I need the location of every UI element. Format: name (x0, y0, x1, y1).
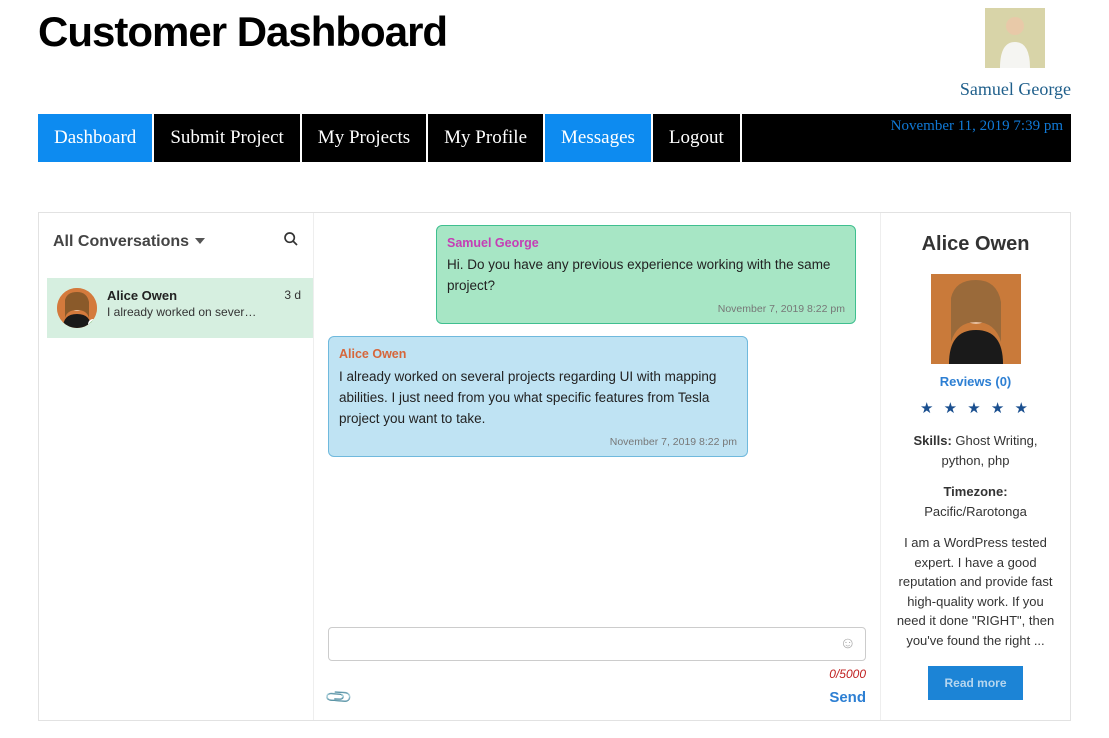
star-rating: ★ ★ ★ ★ ★ (891, 399, 1060, 417)
message-incoming: Alice Owen I already worked on several p… (328, 336, 748, 456)
char-count: 0/5000 (328, 667, 866, 681)
attachment-icon[interactable]: 📎 (324, 682, 355, 713)
message-input[interactable] (328, 627, 866, 661)
message-outgoing: Samuel George Hi. Do you have any previo… (436, 225, 856, 324)
contact-avatar (931, 274, 1021, 364)
search-icon[interactable] (283, 231, 299, 252)
nav-logout[interactable]: Logout (653, 114, 742, 162)
send-button[interactable]: Send (829, 689, 866, 706)
nav-dashboard[interactable]: Dashboard (38, 114, 154, 162)
contact-bio: I am a WordPress tested expert. I have a… (891, 533, 1060, 650)
page-timestamp: November 11, 2019 7:39 pm (891, 118, 1063, 135)
message-sender: Alice Owen (339, 345, 737, 364)
presence-indicator (88, 319, 97, 328)
reviews-link[interactable]: Reviews (0) (891, 374, 1060, 389)
conversation-avatar (57, 288, 97, 328)
conversation-name: Alice Owen (107, 288, 256, 303)
user-avatar (985, 8, 1045, 68)
contact-skills: Skills: Ghost Writing, python, php (891, 431, 1060, 470)
conversations-panel: All Conversations Alice Owen I already w… (39, 213, 314, 720)
nav-submit-project[interactable]: Submit Project (154, 114, 301, 162)
conversation-time: 3 d (284, 288, 301, 302)
user-name: Samuel George (960, 79, 1071, 100)
message-text: I already worked on several projects reg… (339, 367, 737, 430)
message-sender: Samuel George (447, 234, 845, 253)
emoji-icon[interactable]: ☺ (840, 635, 856, 653)
message-time: November 7, 2019 8:22 pm (447, 301, 845, 317)
page-title: Customer Dashboard (38, 8, 447, 56)
current-user-box[interactable]: Samuel George (960, 8, 1071, 100)
contact-name: Alice Owen (891, 233, 1060, 256)
message-text: Hi. Do you have any previous experience … (447, 255, 845, 297)
conversation-snippet: I already worked on sever… (107, 305, 256, 319)
contact-timezone: Timezone: Pacific/Rarotonga (891, 482, 1060, 521)
message-time: November 7, 2019 8:22 pm (339, 434, 737, 450)
nav-messages[interactable]: Messages (545, 114, 653, 162)
conversation-item[interactable]: Alice Owen I already worked on sever… 3 … (47, 278, 313, 338)
read-more-button[interactable]: Read more (928, 666, 1022, 700)
chat-panel: Samuel George Hi. Do you have any previo… (314, 213, 880, 720)
conversations-filter[interactable]: All Conversations (53, 233, 205, 251)
contact-details-panel: Alice Owen Reviews (0) ★ ★ ★ ★ ★ Skills:… (880, 213, 1070, 720)
message-composer: ☺ 0/5000 📎 Send (328, 487, 866, 708)
nav-my-projects[interactable]: My Projects (302, 114, 428, 162)
main-nav: Dashboard Submit Project My Projects My … (38, 114, 1071, 162)
nav-my-profile[interactable]: My Profile (428, 114, 545, 162)
